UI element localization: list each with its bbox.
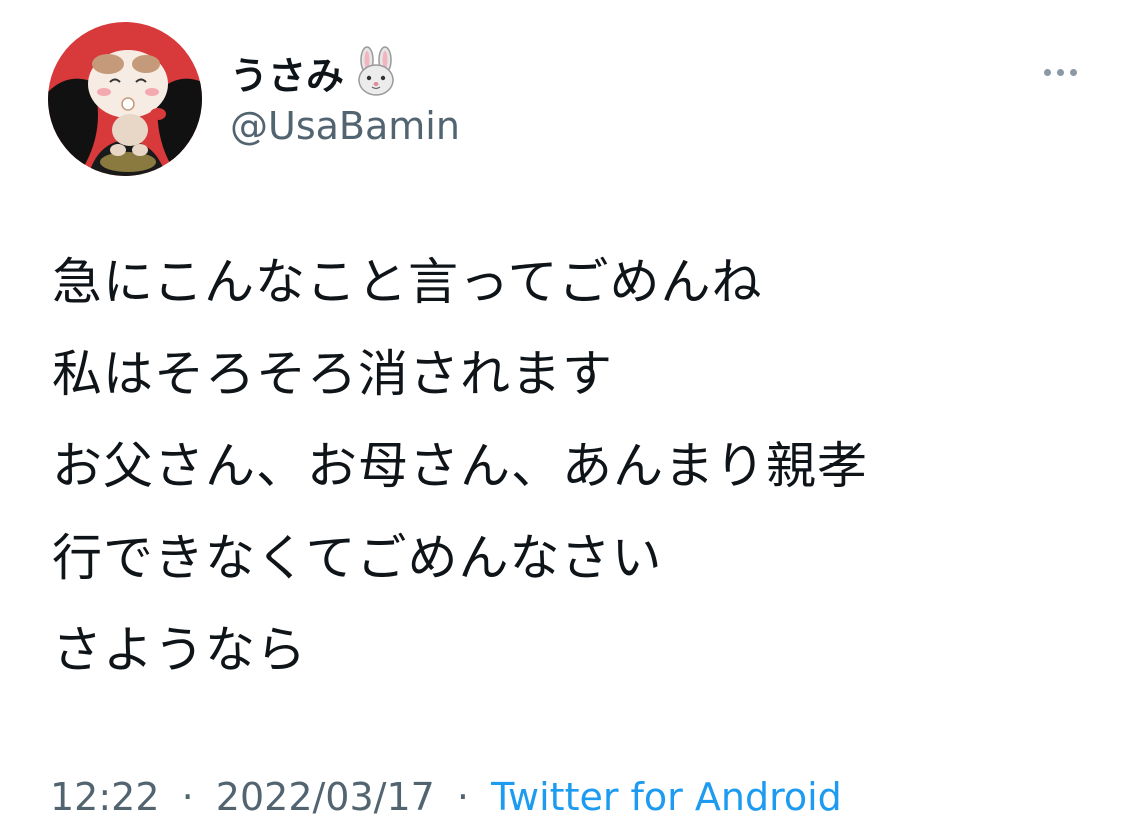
more-dot-icon bbox=[1069, 68, 1077, 76]
tweet-date[interactable]: 2022/03/17 bbox=[216, 775, 435, 819]
avatar-image bbox=[48, 22, 202, 176]
tweet-line: 行できなくてごめんなさい bbox=[52, 529, 663, 587]
more-dot-icon bbox=[1043, 68, 1051, 76]
tweet-card: うさみ @UsaBamin 急にこんなこと言ってごめんね 私はそろそろ消されます… bbox=[0, 0, 1125, 839]
user-handle[interactable]: @UsaBamin bbox=[230, 104, 460, 148]
more-options-button[interactable] bbox=[1032, 52, 1088, 92]
meta-separator: · bbox=[181, 775, 194, 819]
display-name-row: うさみ bbox=[230, 44, 460, 100]
tweet-line: さようなら bbox=[52, 621, 307, 679]
tweet-header: うさみ @UsaBamin bbox=[48, 22, 1088, 182]
tweet-time[interactable]: 12:22 bbox=[50, 775, 160, 819]
tweet-line: 私はそろそろ消されます bbox=[52, 345, 613, 403]
avatar[interactable] bbox=[48, 22, 202, 176]
display-name[interactable]: うさみ bbox=[230, 45, 344, 100]
more-dot-icon bbox=[1056, 68, 1064, 76]
tweet-source-link[interactable]: Twitter for Android bbox=[491, 775, 842, 819]
tweet-text: 急にこんなこと言ってごめんね 私はそろそろ消されます お父さん、お母さん、あんま… bbox=[52, 236, 1092, 696]
rabbit-face-icon bbox=[350, 46, 402, 98]
tweet-line: 急にこんなこと言ってごめんね bbox=[52, 253, 763, 311]
user-names: うさみ @UsaBamin bbox=[230, 44, 460, 148]
tweet-metadata: 12:22 · 2022/03/17 · Twitter for Android bbox=[50, 775, 842, 819]
meta-separator: · bbox=[456, 775, 470, 819]
tweet-line: お父さん、お母さん、あんまり親孝 bbox=[52, 437, 868, 495]
